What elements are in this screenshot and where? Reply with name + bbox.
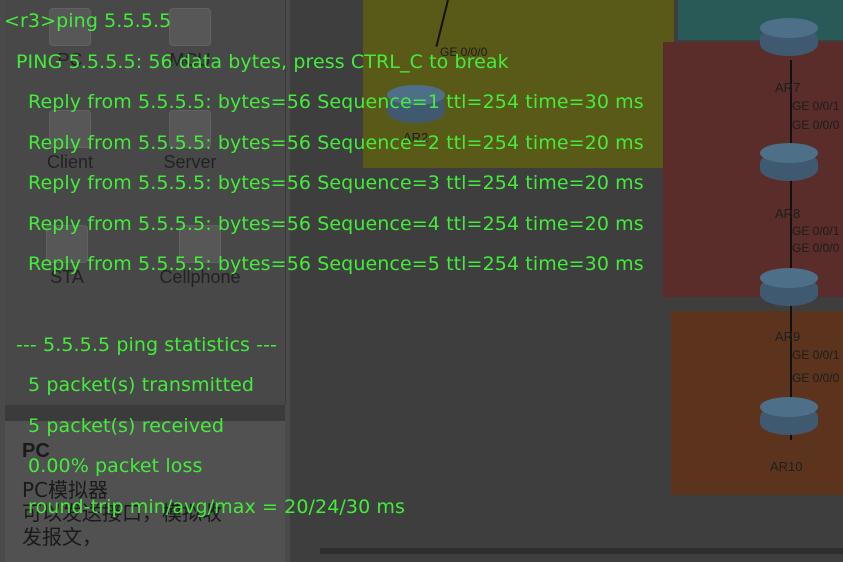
terminal-reply-line: Reply from 5.5.5.5: bytes=56 Sequence=5 … bbox=[28, 253, 644, 275]
terminal-output: <r3>ping 5.5.5.5 PING 5.5.5.5: 56 data b… bbox=[0, 0, 843, 562]
terminal-stats-line: 5 packet(s) transmitted bbox=[28, 374, 255, 396]
terminal-stats-line: 0.00% packet loss bbox=[28, 455, 203, 477]
terminal-prompt-line: <r3>ping 5.5.5.5 bbox=[4, 10, 172, 32]
terminal-ping-header: PING 5.5.5.5: 56 data bytes, press CTRL_… bbox=[16, 51, 509, 73]
terminal-reply-line: Reply from 5.5.5.5: bytes=56 Sequence=1 … bbox=[28, 91, 644, 113]
terminal-reply-line: Reply from 5.5.5.5: bytes=56 Sequence=2 … bbox=[28, 132, 644, 154]
terminal-stats-line: round-trip min/avg/max = 20/24/30 ms bbox=[28, 496, 406, 518]
terminal-reply-line: Reply from 5.5.5.5: bytes=56 Sequence=3 … bbox=[28, 172, 644, 194]
terminal-stats-header: --- 5.5.5.5 ping statistics --- bbox=[16, 334, 278, 356]
terminal-stats-line: 5 packet(s) received bbox=[28, 415, 224, 437]
terminal-reply-line: Reply from 5.5.5.5: bytes=56 Sequence=4 … bbox=[28, 213, 644, 235]
